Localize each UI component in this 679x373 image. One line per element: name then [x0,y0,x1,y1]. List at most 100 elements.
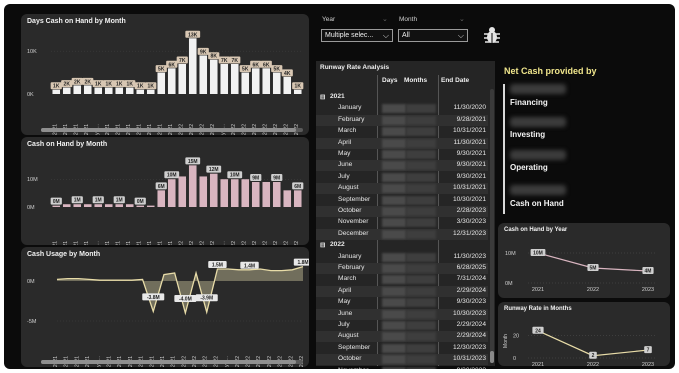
end-date: 6/28/2025 [456,264,486,271]
end-date: 2/29/2024 [456,332,486,340]
matrix-row[interactable]: August 10/31/2021 [316,183,488,195]
cash-by-year-chart: 10M 0M 2021 10M 2022 5M 2023 4M [505,249,656,293]
bar [199,176,208,207]
data-label: 1K [148,84,155,90]
months-value [406,115,436,125]
matrix-row[interactable]: December 12/31/2023 [316,228,488,240]
data-label: 2K [64,82,71,88]
matrix-header-days[interactable]: Days [382,77,398,84]
x-tick-label: 2021 [532,362,544,366]
month-label: March [338,275,357,283]
matrix-row[interactable]: June 10/30/2023 [316,308,488,320]
year-slicer-value: Multiple selec... [325,32,374,39]
chevron-down-icon: ⌵ [457,31,464,40]
bar [157,190,166,207]
matrix-header-months[interactable]: Months [404,77,427,84]
usage-area [57,266,303,313]
month-label: April [338,286,352,294]
expand-icon[interactable]: ⊟ [320,241,326,249]
matrix-row[interactable]: February 6/28/2025 [316,263,488,274]
data-label: 10M [167,173,177,179]
data-label: 9M [273,176,280,182]
data-label: -3.8M [147,295,160,301]
months-value [406,366,436,369]
x-tick-label: Apr 2022 [210,241,216,245]
matrix-row[interactable]: October 2/28/2023 [316,206,488,217]
months-value [406,343,436,353]
matrix-row[interactable]: November 9/30/2023 [316,366,488,369]
matrix-row[interactable]: October 10/31/2023 [316,354,488,366]
x-tick-label: Dec 2021 [168,241,174,245]
days-value [382,355,406,365]
matrix-year-row[interactable]: ⊟ 2021 [316,92,488,103]
data-label: 24 [535,328,541,334]
month-label: November [338,367,368,369]
data-label: 2K [85,79,92,85]
operating-value [510,150,566,160]
data-label: 1M [116,198,123,204]
expand-icon[interactable]: ⊟ [320,93,326,101]
matrix-row[interactable]: February 9/28/2021 [316,114,488,126]
bar [83,204,92,207]
cash-usage-scrollbar[interactable] [41,360,303,364]
matrix-header-end-date[interactable]: End Date [441,77,469,84]
days-cash-scrollbar[interactable] [41,128,303,132]
year-label: 2022 [330,241,345,249]
bar [104,204,113,207]
matrix-row[interactable]: March 10/31/2021 [316,126,488,137]
matrix-row[interactable]: July 9/30/2021 [316,172,488,183]
chevron-down-icon: ⌵ [382,31,389,40]
data-label: -4.0M [179,297,192,303]
bar [115,87,124,94]
matrix-row[interactable]: June 9/30/2021 [316,160,488,172]
x-tick-label: May 2... [94,241,100,245]
months-value [406,355,436,365]
bar [115,204,124,207]
month-chevron-icon: ⌄ [459,16,465,23]
days-cash-chart: 10K0K1K 2K 2K 2K 1K 1K 1K 1K 1K 1K5K6K7K13K9K8K7K… [27,30,304,135]
matrix-row[interactable]: May 9/30/2021 [316,149,488,160]
month-label: May [338,298,351,306]
bar [62,204,71,207]
cash-month-chart: 10M0M0M1M1M1M0M6M10M15M12M10M9M9M6MJan 2… [27,157,304,245]
bug-icon[interactable] [481,25,503,45]
bar [146,205,155,207]
year-label: 2021 [330,93,345,100]
bar [167,179,176,207]
data-label: 5K [242,67,249,73]
matrix-row[interactable]: November 3/30/2023 [316,217,488,228]
year-slicer-dropdown[interactable]: Multiple selec... ⌵ [321,29,393,42]
data-label: -3.9M [200,296,213,302]
matrix-row[interactable]: January 11/30/2020 [316,103,488,114]
data-label: 1K [137,84,144,90]
matrix-row[interactable]: April 2/29/2024 [316,285,488,297]
x-tick-label: May 2... [220,241,226,245]
x-tick-label: Nov 2022 [283,241,289,245]
x-tick-label: Oct 2022 [273,241,279,245]
days-value [382,150,406,159]
matrix-row[interactable]: April 11/30/2021 [316,137,488,149]
month-slicer-dropdown[interactable]: All ⌵ [398,29,468,42]
matrix-row[interactable]: March 7/31/2024 [316,274,488,285]
bar [272,182,281,207]
matrix-row[interactable]: May 9/30/2023 [316,297,488,308]
matrix-row[interactable]: July 2/29/2024 [316,320,488,331]
matrix-row[interactable]: September 10/30/2021 [316,195,488,206]
x-tick-label: Jan 2022 [178,241,184,245]
matrix-row[interactable]: January 11/30/2023 [316,252,488,263]
months-value [406,172,436,182]
months-value [406,252,436,262]
months-value [406,298,436,308]
data-label: 4M [645,269,652,275]
end-date: 11/30/2023 [453,252,486,260]
matrix-row[interactable]: September 12/30/2023 [316,343,488,354]
matrix-year-row[interactable]: ⊟ 2022 [316,240,488,251]
month-label: April [338,138,352,146]
data-label: 1K [127,82,134,88]
x-tick-label: 2023 [642,287,654,293]
end-date: 11/30/2021 [453,138,486,146]
bar [272,72,281,94]
matrix-row[interactable]: August 2/29/2024 [316,331,488,343]
months-value [406,321,436,330]
matrix-scrollbar[interactable] [490,89,494,363]
